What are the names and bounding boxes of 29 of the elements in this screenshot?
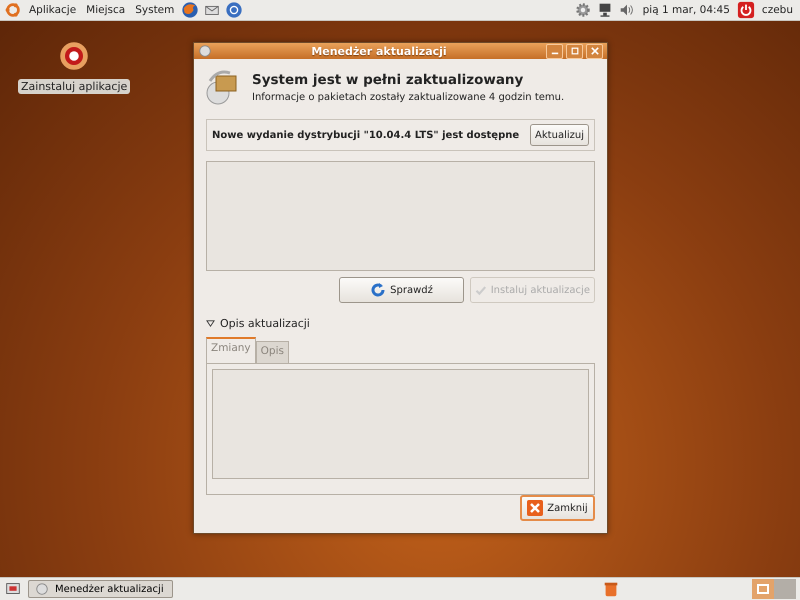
menu-item[interactable]: Miejsca [83,4,128,16]
maximize-icon [570,47,578,55]
minimize-button[interactable] [546,44,563,58]
menu-item[interactable]: Aplikacje [26,4,80,16]
triangle-icon [206,319,215,328]
ubuntu-logo-icon[interactable] [4,1,22,19]
close-icon [527,500,544,516]
desktop-icon-label[interactable]: Zainstaluj aplikacje [18,79,130,94]
help-icon[interactable] [225,1,244,19]
release-notice-text: Nowe wydanie dystrybucji "10.04.4 LTS" jest dostępne [212,130,520,140]
expander[interactable]: Opis aktualizacji [206,317,595,330]
status-subheading: Informacje o pakietach zostały zaktualizowane 4 godzin temu. [252,92,564,102]
clock[interactable]: pią 1 mar, 04:45 [640,4,733,16]
menu-item[interactable]: System [132,4,178,16]
taskbar-button[interactable]: Menedżer aktualizacji [28,580,173,598]
globe-icon[interactable] [181,1,200,19]
gear-icon[interactable] [574,1,592,19]
status-heading: System jest w pełni zaktualizowany [252,72,524,88]
maximize-button[interactable] [566,44,583,58]
upgrade-button[interactable]: Aktualizuj [530,124,589,146]
close-icon [590,47,598,55]
user-name[interactable]: czebu [758,4,796,16]
trash-icon[interactable] [602,580,620,598]
check-button[interactable]: Sprawdź [339,277,464,303]
close-button[interactable]: Zamknij [520,495,595,521]
close-button[interactable] [586,44,603,58]
window-title: Menedżer aktualizacji [310,44,448,58]
power-icon[interactable] [736,1,755,19]
refresh-icon [370,282,386,298]
